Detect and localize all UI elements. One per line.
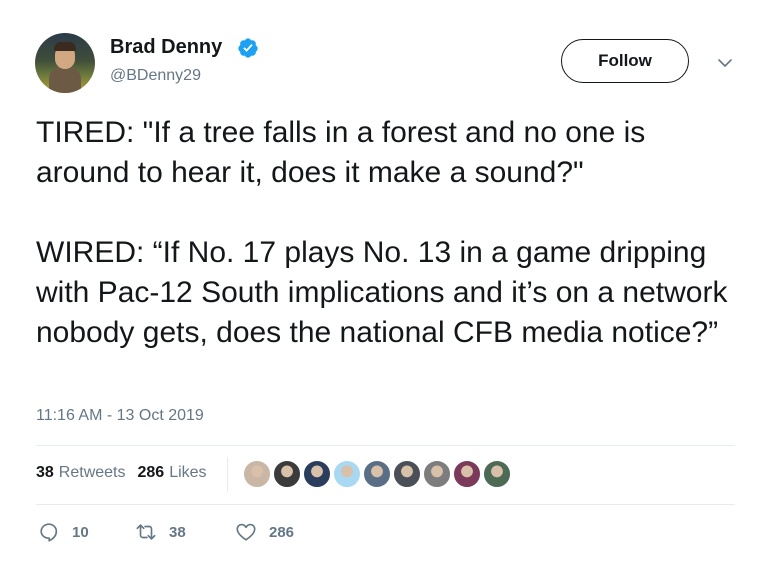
tweet-timestamp[interactable]: 11:16 AM - 13 Oct 2019 — [36, 407, 204, 425]
liker-avatar-8[interactable] — [453, 460, 481, 488]
engagement-stats: 38 Retweets 286 Likes — [36, 464, 207, 482]
tweet-actions: 10 38 286 — [38, 521, 294, 543]
user-handle[interactable]: @BDenny29 — [110, 67, 201, 85]
like-count: 286 — [269, 523, 295, 541]
liker-avatar-9[interactable] — [483, 460, 511, 488]
likes-stat[interactable]: 286 Likes — [138, 464, 207, 482]
retweet-count: 38 — [169, 523, 186, 541]
reply-icon — [40, 523, 58, 542]
like-button[interactable]: 286 — [235, 521, 294, 543]
stats-separator — [227, 457, 228, 492]
likes-label: Likes — [169, 464, 207, 481]
verified-badge-icon — [238, 38, 258, 58]
liker-avatar-7[interactable] — [423, 460, 451, 488]
liker-avatar-2[interactable] — [273, 460, 301, 488]
liker-avatar-1[interactable] — [243, 460, 271, 488]
likes-count: 286 — [137, 464, 165, 481]
stats-bottom-divider — [36, 504, 735, 505]
liker-avatars — [243, 460, 513, 492]
retweet-button[interactable]: 38 — [135, 521, 235, 543]
reply-count: 10 — [72, 523, 89, 541]
liker-avatar-5[interactable] — [363, 460, 391, 488]
avatar-hair-shape — [54, 42, 76, 51]
liker-avatar-3[interactable] — [303, 460, 331, 488]
liker-avatar-4[interactable] — [333, 460, 361, 488]
heart-icon — [236, 523, 256, 541]
avatar-body-shape — [49, 67, 81, 93]
liker-avatar-6[interactable] — [393, 460, 421, 488]
stats-top-divider — [36, 445, 735, 446]
retweet-icon — [136, 524, 156, 540]
user-display-name[interactable]: Brad Denny — [110, 36, 222, 59]
follow-button[interactable]: Follow — [561, 39, 689, 83]
retweets-label: Retweets — [58, 464, 126, 481]
retweets-count: 38 — [36, 464, 54, 481]
retweets-stat[interactable]: 38 Retweets — [36, 464, 126, 482]
tweet-text: TIRED: "If a tree falls in a forest and … — [36, 116, 728, 349]
user-avatar[interactable] — [35, 33, 95, 93]
reply-button[interactable]: 10 — [38, 521, 135, 543]
chevron-down-icon[interactable] — [717, 55, 733, 71]
